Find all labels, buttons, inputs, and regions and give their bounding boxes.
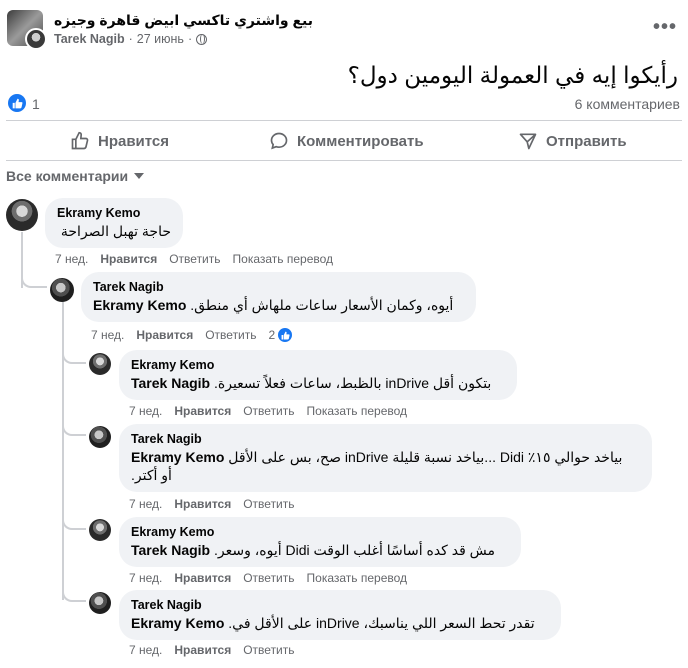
thread-connector [62,420,86,436]
comment-actions: 7 нед. Нравится Ответить Показать перево… [129,571,407,585]
comment-body: بتكون أقل inDrive بالظبط، ساعات فعلاً تس… [214,375,492,391]
comment-author[interactable]: Ekramy Kemo [131,525,509,539]
divider [6,160,682,161]
comment-reply-button[interactable]: Ответить [243,643,294,657]
reaction-count[interactable]: 2 [269,327,294,343]
avatar[interactable] [89,353,111,375]
share-arrow-icon [519,133,537,150]
comment-like-button[interactable]: Нравится [174,497,231,511]
globe-icon [196,33,208,45]
comment-like-button[interactable]: Нравится [174,643,231,657]
comment-actions: 7 нед. Нравится Ответить [129,643,295,657]
show-translation-link[interactable]: Показать перевод [233,252,334,266]
comment-filter-label: Все комментарии [6,168,129,184]
like-reaction-icon [277,327,294,343]
comment-author[interactable]: Tarek Nagib [131,432,640,446]
comment-filter-dropdown[interactable]: Все комментарии [6,168,145,184]
comment-text: Ekramy Kemo بياخد حوالي ١٥٪ Didi ...بياخ… [131,448,640,466]
comment-text: Tarek Nagib بتكون أقل inDrive بالظبط، سا… [131,374,505,392]
divider [6,120,682,121]
like-button-label: Нравится [98,132,170,150]
comment-reply-button[interactable]: Ответить [243,571,294,585]
like-count[interactable]: 1 [32,96,40,112]
post-date[interactable]: 27 июнь [137,32,184,46]
mention-link[interactable]: Ekramy Kemo [131,615,224,631]
group-avatar[interactable] [7,10,47,50]
thread-line [62,300,64,600]
comment-like-button[interactable]: Нравится [100,252,157,266]
thread-connector [21,270,47,288]
comment-bubble-icon [270,132,288,150]
avatar[interactable] [50,278,74,302]
comment-count[interactable]: 6 комментариев [575,96,680,112]
comment-bubble: Tarek Nagib Ekramy Kemo تقدر تحط السعر ا… [119,590,561,640]
post-text: رأيكوا إيه في العمولة اليومين دول؟ [347,62,678,88]
comment-time[interactable]: 7 нед. [129,571,162,585]
thread-connector [62,586,86,602]
post-author[interactable]: Tarek Nagib [54,32,125,46]
comment-body: تقدر تحط السعر اللي يناسبك، inDrive على … [228,615,535,631]
comment-bubble: Ekramy Kemo Tarek Nagib مش قد كده أساسًا… [119,517,521,567]
mention-link[interactable]: Ekramy Kemo [93,297,186,313]
reaction-count-value: 2 [268,328,276,342]
comment-author[interactable]: Ekramy Kemo [57,206,171,220]
show-translation-link[interactable]: Показать перевод [307,404,408,418]
comment-reply-button[interactable]: Ответить [205,328,256,342]
comment-bubble: Ekramy Kemo حاجة تهبل الصراحة [45,198,183,248]
chevron-down-icon [134,173,145,179]
comment-reply-button[interactable]: Ответить [243,497,294,511]
avatar[interactable] [89,519,111,541]
comment-reply-button[interactable]: Ответить [243,404,294,418]
comment-actions: 7 нед. Нравится Ответить Показать перево… [129,404,407,418]
comment-body: بياخد حوالي ١٥٪ Didi ...بياخد نسبة قليلة… [228,449,623,465]
comment-actions: 7 нед. Нравится Ответить 2 [91,327,294,343]
comment-text: Ekramy Kemo تقدر تحط السعر اللي يناسبك، … [131,614,549,632]
thread-connector [62,514,86,530]
group-name[interactable]: بيع واشتري تاكسي ابيض قاهرة وجيزه [54,12,313,29]
comment-actions: 7 нед. Нравится Ответить Показать перево… [55,252,333,266]
share-button[interactable]: Отправить [518,131,627,151]
author-avatar[interactable] [25,28,47,50]
avatar[interactable] [6,199,38,231]
comment-like-button[interactable]: Нравится [136,328,193,342]
comment-bubble: Tarek Nagib Ekramy Kemo أيوه، وكمان الأس… [81,272,476,322]
comment-text: Ekramy Kemo أيوه، وكمان الأسعار ساعات مل… [93,296,464,314]
comment-text: Tarek Nagib مش قد كده أساسًا أغلب الوقت … [131,541,509,559]
comment-bubble: Ekramy Kemo Tarek Nagib بتكون أقل inDriv… [119,350,517,400]
more-options-button[interactable]: ••• [653,16,677,39]
comment-time[interactable]: 7 нед. [55,252,88,266]
avatar[interactable] [89,592,111,614]
meta-dot: · [187,32,193,46]
comment-button-label: Комментировать [297,132,424,150]
thumbs-up-icon [71,131,89,150]
comment-reply-button[interactable]: Ответить [169,252,220,266]
comment-author[interactable]: Tarek Nagib [131,598,549,612]
like-button[interactable]: Нравится [70,131,169,151]
comment-body: أيوه، وكمان الأسعار ساعات ملهاش أي منطق. [190,297,454,313]
comment-button[interactable]: Комментировать [269,131,424,151]
comment-time[interactable]: 7 нед. [129,404,162,418]
comment-bubble: Tarek Nagib Ekramy Kemo بياخد حوالي ١٥٪ … [119,424,652,492]
meta-separator: · [128,32,133,46]
share-button-label: Отправить [546,132,627,150]
like-reaction-icon[interactable] [8,94,26,112]
mention-link[interactable]: Tarek Nagib [131,542,210,558]
comment-time[interactable]: 7 нед. [91,328,124,342]
comment-text: حاجة تهبل الصراحة [60,223,171,239]
comment-like-button[interactable]: Нравится [174,404,231,418]
comment-body: مش قد كده أساسًا أغلب الوقت Didi أيوه، و… [214,542,496,558]
mention-link[interactable]: Tarek Nagib [131,375,210,391]
thread-connector [62,350,86,364]
comment-author[interactable]: Ekramy Kemo [131,358,505,372]
comment-time[interactable]: 7 нед. [129,497,162,511]
post-meta: Tarek Nagib · 27 июнь · [54,32,208,46]
mention-link[interactable]: Ekramy Kemo [131,449,224,465]
show-translation-link[interactable]: Показать перевод [307,571,408,585]
avatar[interactable] [89,426,111,448]
comment-author[interactable]: Tarek Nagib [93,280,464,294]
comment-like-button[interactable]: Нравится [174,571,231,585]
comment-actions: 7 нед. Нравится Ответить [129,497,295,511]
comment-body-continued: أو أكتر. [131,467,172,483]
comment-time[interactable]: 7 нед. [129,643,162,657]
